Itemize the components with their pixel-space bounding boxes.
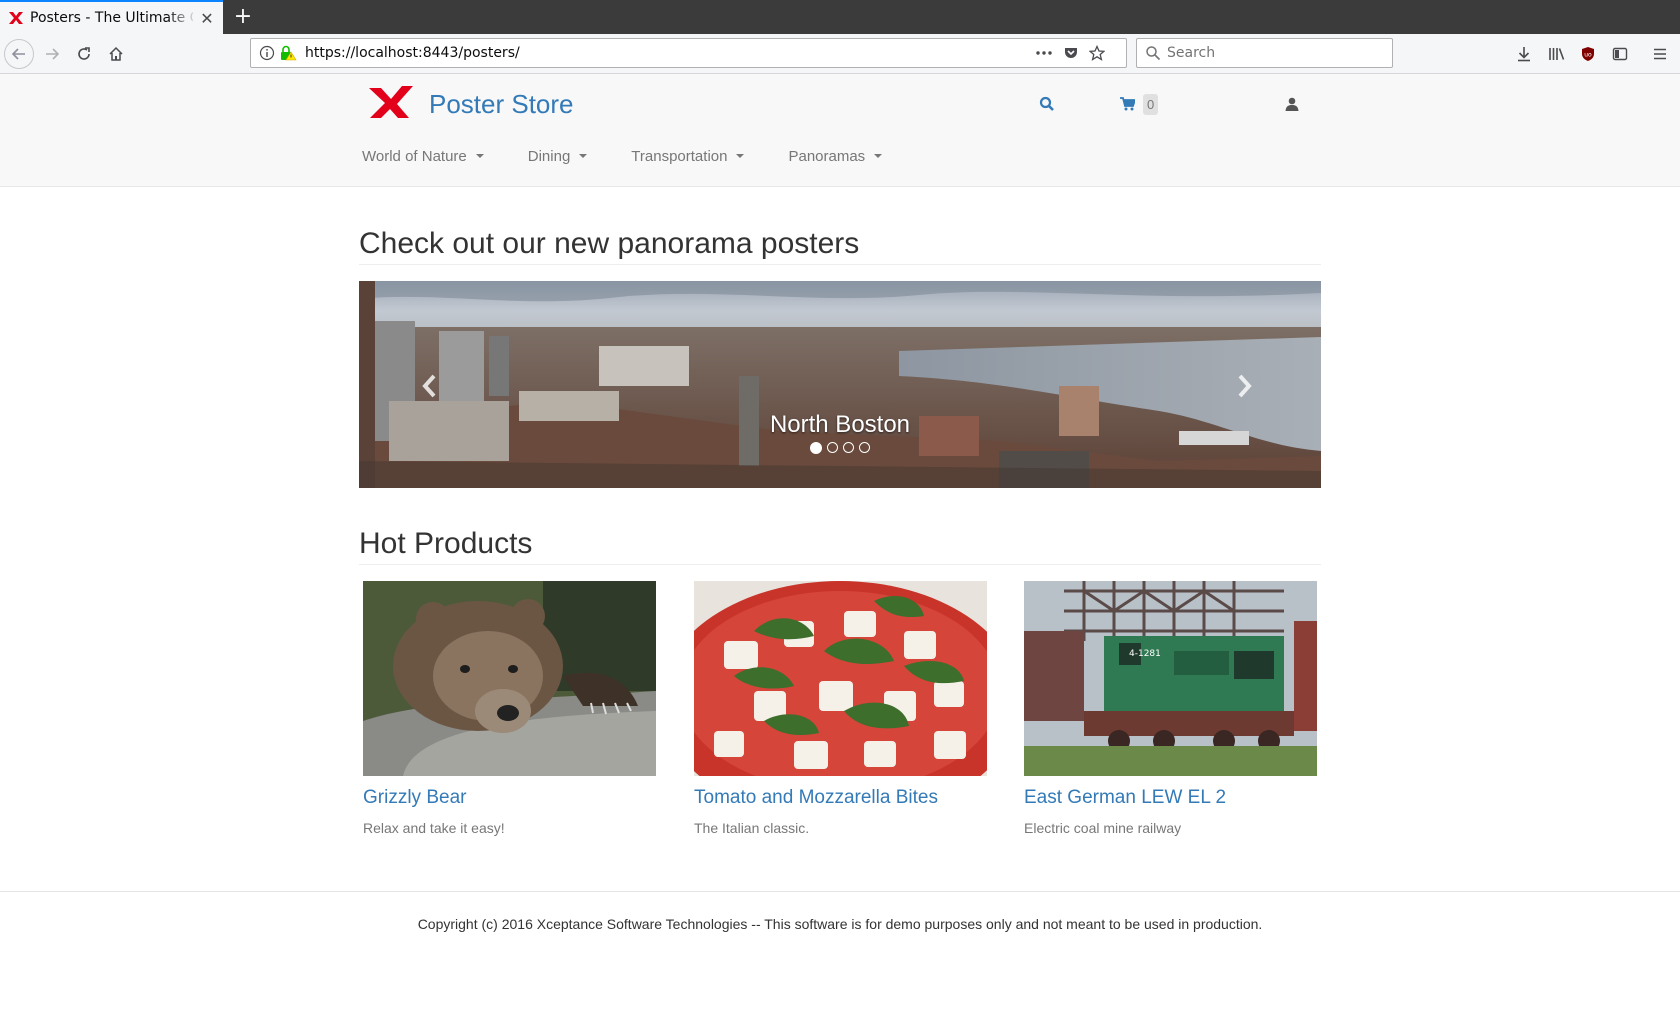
hamburger-menu-icon[interactable] [1652, 46, 1668, 62]
reload-icon [78, 47, 90, 60]
lock-warning-icon[interactable] [279, 45, 297, 61]
product-description: The Italian classic. [694, 820, 810, 836]
carousel-heading: Check out our new panorama posters [359, 226, 1321, 265]
close-tab-icon[interactable]: ✕ [199, 9, 215, 28]
forward-arrow-icon [46, 48, 60, 60]
forward-button[interactable] [36, 38, 68, 70]
pocket-icon[interactable] [1063, 45, 1079, 61]
hot-products-heading: Hot Products [359, 526, 1321, 565]
browser-toolbar: https://localhost:8443/posters/ Search u… [0, 34, 1680, 74]
new-tab-button[interactable]: + [230, 4, 256, 30]
product-image-grizzly-bear[interactable] [363, 581, 656, 776]
carousel-indicator[interactable] [859, 442, 870, 453]
category-transportation[interactable]: Transportation [629, 148, 760, 165]
search-toggle-button[interactable] [1039, 92, 1055, 116]
downloads-icon[interactable] [1516, 46, 1532, 62]
browser-search-bar[interactable]: Search [1136, 38, 1393, 68]
product-name[interactable]: East German LEW EL 2 [1024, 787, 1317, 809]
url-bar[interactable]: https://localhost:8443/posters/ [250, 38, 1127, 68]
category-panoramas[interactable]: Panoramas [786, 148, 898, 165]
home-icon [109, 46, 123, 61]
caret-down-icon [475, 154, 484, 158]
locomotive-photo: 4-1281 [1024, 581, 1317, 776]
category-label: Transportation [631, 147, 728, 165]
svg-text:uo: uo [1584, 52, 1592, 59]
carousel-prev-button[interactable] [415, 371, 445, 401]
magnifier-icon [1039, 96, 1054, 111]
xceptance-logo-icon [369, 85, 413, 123]
search-placeholder: Search [1167, 45, 1216, 61]
url-text: https://localhost:8443/posters/ [305, 45, 520, 61]
product-card: Grizzly Bear Relax and take it easy! [363, 581, 656, 836]
back-button[interactable] [4, 39, 34, 69]
ublock-shield-icon[interactable]: uo [1580, 46, 1596, 62]
carousel-section: Check out our new panorama posters [359, 226, 1321, 265]
bookmark-star-icon[interactable] [1089, 45, 1105, 61]
product-name[interactable]: Tomato and Mozzarella Bites [694, 787, 987, 809]
category-dining[interactable]: Dining [526, 148, 604, 165]
user-icon [1285, 97, 1299, 111]
search-icon [1145, 45, 1161, 61]
product-card: Tomato and Mozzarella Bites The Italian … [694, 581, 987, 836]
xceptance-favicon-icon [8, 10, 24, 26]
site-footer: Copyright (c) 2016 Xceptance Software Te… [0, 891, 1680, 932]
site-header: Poster Store 0 World of Nature Dining Tr… [0, 74, 1680, 187]
product-name[interactable]: Grizzly Bear [363, 787, 656, 809]
category-label: Panoramas [788, 147, 866, 165]
page-actions-icon[interactable] [1035, 45, 1053, 61]
cart-button[interactable]: 0 [1120, 92, 1159, 116]
info-icon[interactable] [259, 45, 275, 61]
brand-link[interactable]: Poster Store [369, 84, 574, 124]
hot-products-section: Hot Products [359, 526, 1321, 565]
brand-name: Poster Store [429, 88, 574, 119]
product-description: Relax and take it easy! [363, 820, 505, 836]
category-nav: World of Nature Dining Transportation Pa… [360, 134, 924, 178]
panorama-carousel[interactable]: North Boston [359, 281, 1321, 488]
product-card: 4-1281 East German LEW EL 2 Electric coa… [1024, 581, 1317, 836]
back-arrow-icon [11, 48, 25, 60]
browser-tab-bar: Posters - The Ultimate Online Shop ✕ + [0, 0, 1680, 34]
cart-count-badge: 0 [1143, 93, 1159, 115]
browser-tab[interactable]: Posters - The Ultimate Online Shop ✕ [0, 0, 223, 34]
caprese-photo [694, 581, 987, 776]
carousel-caption: North Boston [769, 411, 911, 438]
carousel-indicator[interactable] [810, 442, 822, 454]
carousel-indicators [359, 442, 1321, 454]
home-button[interactable] [100, 38, 132, 70]
caret-down-icon [874, 154, 883, 158]
product-description: Electric coal mine railway [1024, 820, 1182, 836]
tab-title-fade [167, 2, 197, 34]
product-image-east-german-lew[interactable]: 4-1281 [1024, 581, 1317, 776]
cart-icon [1120, 97, 1135, 111]
account-button[interactable] [1285, 92, 1299, 116]
bear-photo [363, 581, 656, 776]
category-world-of-nature[interactable]: World of Nature [360, 148, 500, 165]
reload-button[interactable] [68, 38, 100, 70]
footer-copyright: Copyright (c) 2016 Xceptance Software Te… [417, 916, 1263, 932]
caret-down-icon [736, 154, 745, 158]
product-image-tomato-mozzarella[interactable] [694, 581, 987, 776]
library-icon[interactable] [1548, 46, 1566, 62]
carousel-next-button[interactable] [1229, 371, 1259, 401]
carousel-indicator[interactable] [827, 442, 838, 453]
category-label: World of Nature [362, 147, 467, 165]
carousel-indicator[interactable] [843, 442, 854, 453]
panorama-image [359, 281, 1321, 488]
chevron-left-icon [422, 374, 436, 398]
category-label: Dining [527, 147, 571, 165]
caret-down-icon [579, 154, 588, 158]
sidebar-toggle-icon[interactable] [1612, 46, 1628, 62]
svg-text:4-1281: 4-1281 [1129, 649, 1161, 659]
chevron-right-icon [1238, 374, 1252, 398]
